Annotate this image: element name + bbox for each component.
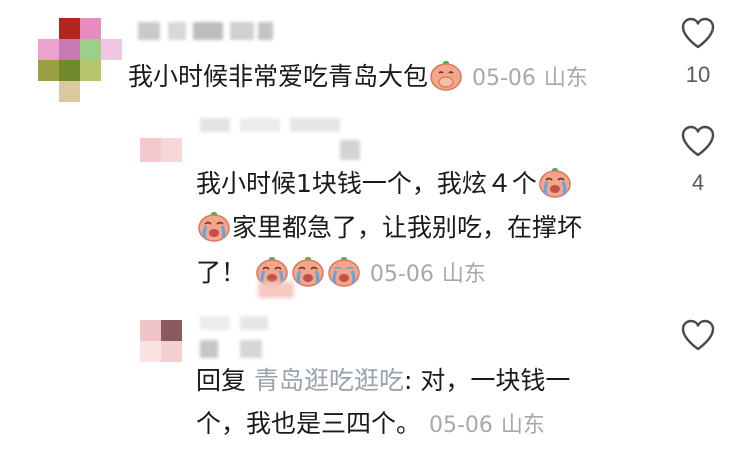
- comment-location: 山东: [543, 66, 588, 91]
- reply-text-line-1: 回复 青岛逛吃逛吃: 对，一块钱一: [196, 364, 570, 398]
- reply-body-line-2: 个，我也是三四个。: [196, 409, 422, 438]
- crying-bun-emoji: [292, 257, 324, 287]
- comment-text-line-3: 了！ 05-06 山东: [196, 254, 486, 292]
- comment-location: 山东: [500, 413, 545, 438]
- comment-time: 05-06: [471, 66, 536, 91]
- comment-text: 我小时候非常爱吃青岛大包 05-06 山东: [128, 58, 588, 96]
- comment-location: 山东: [441, 262, 486, 287]
- avatar[interactable]: [140, 320, 182, 362]
- avatar[interactable]: [140, 138, 182, 162]
- heart-outline-icon[interactable]: [680, 16, 716, 50]
- comment-time: 05-06: [369, 262, 434, 287]
- crying-bun-emoji: [539, 168, 571, 198]
- crying-bun-emoji: [198, 212, 230, 242]
- heart-outline-icon[interactable]: [680, 318, 716, 352]
- username-blurred[interactable]: [200, 118, 360, 132]
- username-blurred[interactable]: [138, 22, 273, 40]
- avatar[interactable]: [38, 18, 122, 102]
- username-blurred-2: [200, 340, 280, 358]
- comment-text-line-2: 家里都急了，让我别吃，在撑坏: [196, 209, 582, 245]
- like-count: 4: [691, 170, 705, 195]
- comment-time: 05-06: [428, 413, 493, 438]
- comment-body-line-3: 了！: [196, 258, 247, 287]
- cover-mouth-bun-emoji: [430, 61, 462, 91]
- comment-body-line-1: 我小时候1块钱一个，我炫４个: [196, 169, 537, 198]
- comment-text-line-1: 我小时候1块钱一个，我炫４个: [196, 165, 573, 201]
- reply-text-line-2: 个，我也是三四个。 05-06 山东: [196, 407, 545, 443]
- username-blurred[interactable]: [200, 316, 270, 330]
- heart-outline-icon[interactable]: [680, 124, 716, 158]
- crying-bun-emoji: [328, 257, 360, 287]
- blurred-artifact: [258, 282, 294, 298]
- username-blurred-2: [340, 140, 360, 160]
- comment-body-line-2: 家里都急了，让我别吃，在撑坏: [232, 213, 583, 242]
- reply-to-username[interactable]: 青岛逛吃逛吃: [254, 366, 404, 395]
- reply-body-line-1: : 对，一块钱一: [403, 366, 571, 395]
- comment-body: 我小时候非常爱吃青岛大包: [128, 62, 429, 91]
- like-count: 10: [685, 62, 711, 87]
- reply-prefix: 回复: [196, 366, 247, 395]
